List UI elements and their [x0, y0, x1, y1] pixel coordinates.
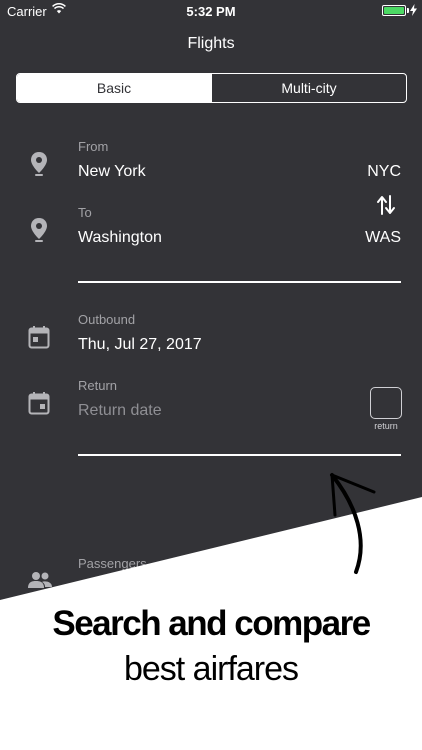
flights-screen: Carrier 5:32 PM Flights Basic Multi-city…: [0, 0, 422, 750]
promo-title: Search and compare: [52, 604, 371, 643]
promo-subtitle: best airfares: [123, 650, 299, 688]
